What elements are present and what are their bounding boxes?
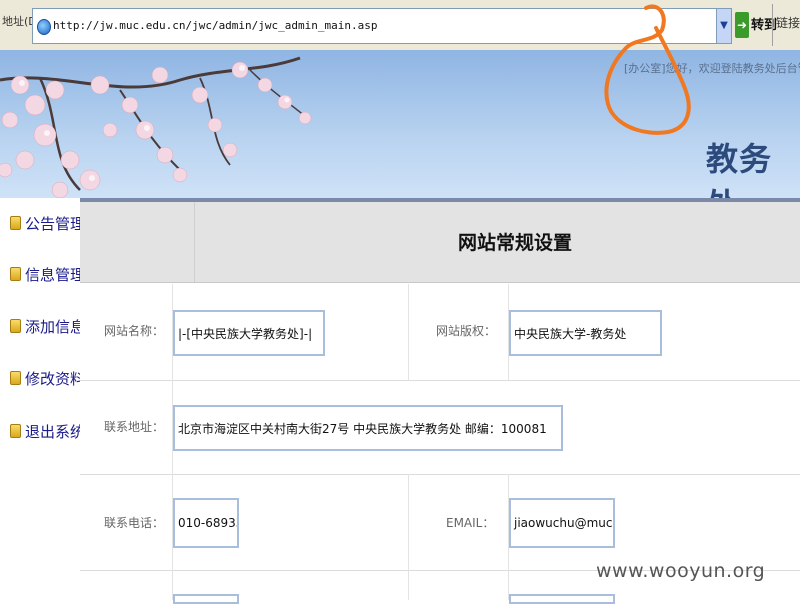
address-label: 联系地址： [104,420,165,434]
url-dropdown-button[interactable]: ▼ [716,8,732,44]
phone-input[interactable]: 010-68933272 [173,498,239,548]
sidebar-menu: 公告管理 信息管理 添加信息 修改资料 退出系统 [0,198,85,600]
cherry-blossom-image [0,56,312,198]
header-banner: [办公室]您好，欢迎登陆教务处后台管理系统! 教务处 [0,50,800,198]
sidebar-item-add-info[interactable]: 添加信息 [10,313,85,339]
phone-label: 联系电话： [104,516,165,530]
sidebar-item-announcements[interactable]: 公告管理 [10,210,85,236]
sidebar-item-label: 公告管理 [25,214,86,233]
next-row-input[interactable] [173,594,239,604]
folder-icon [10,371,21,385]
sidebar-item-info-management[interactable]: 信息管理 [10,261,85,287]
url-text: http://jw.muc.edu.cn/jwc/admin/jwc_admin… [53,19,378,32]
links-button[interactable]: 链接 [776,14,800,31]
copyright-label: 网站版权： [436,324,497,338]
address-input[interactable]: 北京市海淀区中关村南大街27号 中央民族大学教务处 邮编：100081 [173,405,563,451]
email-label: EMAIL： [446,516,495,530]
watermark: www.wooyun.org [596,560,766,582]
form-title: 网站常规设置 [458,232,573,254]
url-input[interactable]: http://jw.muc.edu.cn/jwc/admin/jwc_admin… [32,8,732,44]
sidebar-item-label: 信息管理 [25,265,86,284]
settings-form: 网站常规设置 网站名称： |-[中央民族大学教务处]-| 网站版权： 中央民族大… [80,198,800,604]
sidebar-item-edit-profile[interactable]: 修改资料 [10,365,85,391]
sidebar-item-label: 修改资料 [25,369,86,388]
department-logo-text: 教务处 [706,140,773,198]
column-divider [408,474,409,600]
site-name-input[interactable]: |-[中央民族大学教务处]-| [173,310,325,356]
title-divider [194,202,195,282]
ie-page-icon [37,19,51,35]
folder-icon [10,319,21,333]
row-divider [80,474,800,475]
folder-icon [10,267,21,281]
address-bar: 地址(D) http://jw.muc.edu.cn/jwc/admin/jwc… [0,0,800,50]
go-arrow-icon[interactable]: ➜ [735,12,749,38]
welcome-message: [办公室]您好，欢迎登陆教务处后台管理系统! [624,62,800,75]
sidebar-item-logout[interactable]: 退出系统 [10,418,85,444]
column-divider [408,284,409,380]
sidebar-item-label: 添加信息 [25,317,86,336]
toolbar-separator [772,4,773,46]
form-title-row: 网站常规设置 [80,202,800,283]
copyright-input[interactable]: 中央民族大学-教务处 [509,310,662,356]
row-divider [80,380,800,381]
email-input[interactable]: jiaowuchu@muc.edu.cn [509,498,615,548]
sidebar-item-label: 退出系统 [25,422,86,441]
site-name-label: 网站名称： [104,324,165,338]
next-row-input[interactable] [509,594,615,604]
go-button[interactable]: 转到 [751,14,777,33]
folder-icon [10,216,21,230]
folder-icon [10,424,21,438]
